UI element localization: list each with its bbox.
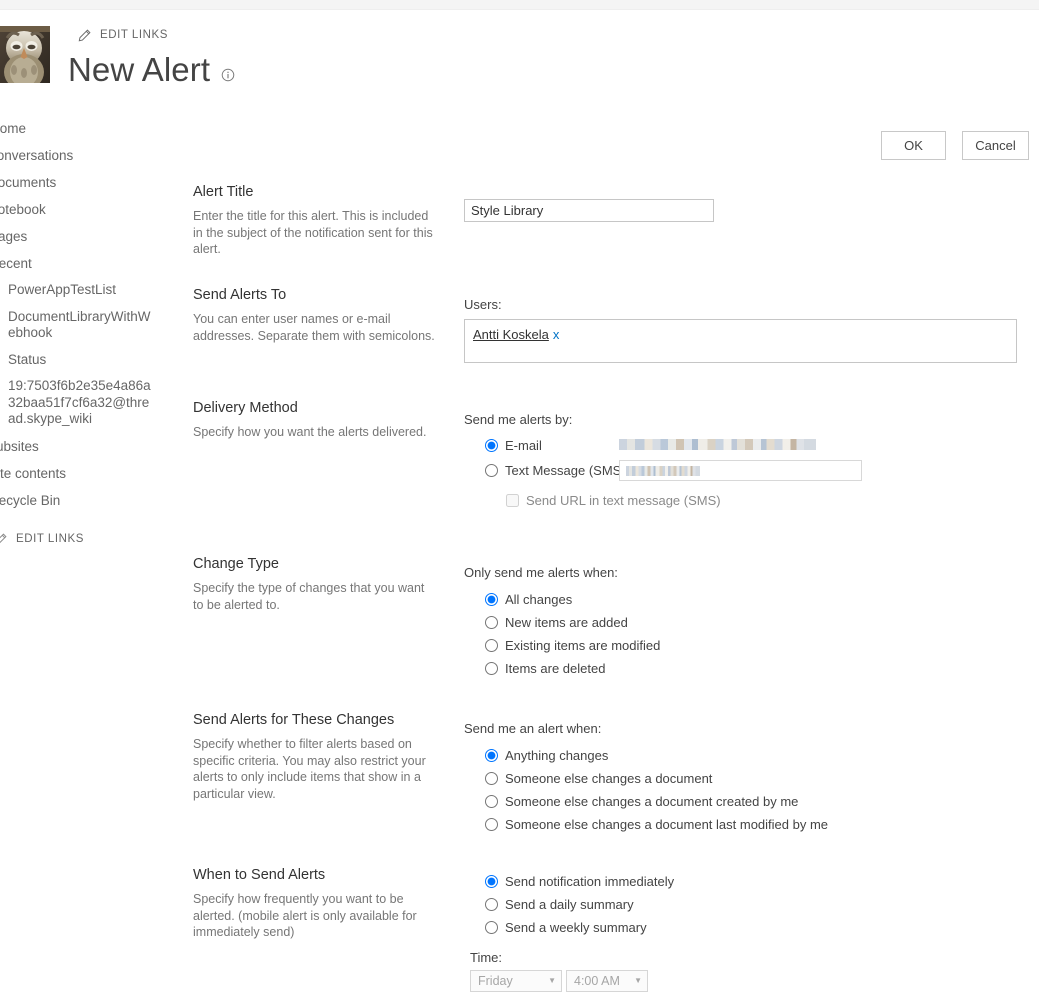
frequency-label[interactable]: Send notification immediately (505, 873, 674, 890)
time-selectors: Friday ▼ 4:00 AM ▼ (470, 970, 674, 992)
section-description: Specify the type of changes that you wan… (193, 581, 425, 612)
send-url-sms-option[interactable]: Send URL in text message (SMS) (506, 489, 721, 512)
alert-filter-option[interactable]: Someone else changes a document created … (485, 790, 828, 813)
section-title: Send Alerts To (193, 287, 287, 303)
change-type-radio[interactable] (485, 662, 498, 675)
frequency-label[interactable]: Send a weekly summary (505, 919, 647, 936)
section-title: Change Type (193, 556, 279, 572)
pencil-icon (78, 28, 91, 41)
sms-number-input[interactable] (619, 460, 862, 481)
time-label: Time: (470, 950, 503, 965)
alert-filter-label[interactable]: Someone else changes a document created … (505, 793, 798, 810)
frequency-radio[interactable] (485, 875, 498, 888)
sidebar-item-conversations[interactable]: Conversations (0, 142, 180, 169)
delivery-option-email[interactable]: E-mail (485, 434, 816, 457)
cancel-button[interactable]: Cancel (962, 131, 1029, 160)
delivery-method-group-label: Send me alerts by: (464, 412, 573, 427)
alert-filter-option[interactable]: Anything changes (485, 744, 828, 767)
alert-filter-label[interactable]: Someone else changes a document (505, 770, 712, 787)
frequency-option[interactable]: Send a weekly summary (485, 916, 674, 939)
section-description: You can enter user names or e-mail addre… (193, 312, 435, 343)
change-type-group-label: Only send me alerts when: (464, 565, 618, 580)
day-of-week-select[interactable]: Friday ▼ (470, 970, 562, 992)
change-type-label[interactable]: New items are added (505, 614, 628, 631)
section-title: Alert Title (193, 184, 254, 200)
alert-title-input[interactable] (464, 199, 714, 222)
section-send-alerts-for-changes: Send Alerts for These Changes Specify wh… (0, 691, 1039, 846)
form-action-buttons: OK Cancel (881, 131, 1029, 160)
users-label: Users: (464, 297, 502, 312)
owl-logo-image (0, 26, 50, 83)
alert-filter-radio[interactable] (485, 818, 498, 831)
sms-label[interactable]: Text Message (SMS) (505, 462, 626, 479)
send-url-checkbox[interactable] (506, 494, 519, 507)
section-change-type: Change Type Specify the type of changes … (0, 535, 1039, 691)
alert-filter-radio[interactable] (485, 749, 498, 762)
frequency-label[interactable]: Send a daily summary (505, 896, 634, 913)
change-type-radio[interactable] (485, 616, 498, 629)
day-of-week-value: Friday (478, 974, 513, 988)
change-type-label[interactable]: Items are deleted (505, 660, 605, 677)
alert-filter-option[interactable]: Someone else changes a document (485, 767, 828, 790)
change-type-radio[interactable] (485, 639, 498, 652)
page-title-row: New Alert (68, 50, 235, 90)
section-description: Specify how frequently you want to be al… (193, 892, 417, 939)
section-title: Send Alerts for These Changes (193, 712, 395, 728)
chevron-down-icon: ▼ (548, 976, 556, 985)
frequency-radio[interactable] (485, 898, 498, 911)
chevron-down-icon: ▼ (634, 976, 642, 985)
time-of-day-select[interactable]: 4:00 AM ▼ (566, 970, 648, 992)
site-logo[interactable] (0, 26, 50, 83)
user-chip[interactable]: Antti Koskela (473, 327, 549, 342)
info-icon[interactable] (221, 68, 235, 82)
change-type-label[interactable]: Existing items are modified (505, 637, 660, 654)
section-description: Enter the title for this alert. This is … (193, 209, 433, 256)
email-address-redacted (619, 439, 816, 450)
alert-filter-option[interactable]: Someone else changes a document last mod… (485, 813, 828, 836)
suite-bar (0, 0, 1039, 10)
alert-form: Alert Title Enter the title for this ale… (0, 175, 1039, 993)
change-type-radio[interactable] (485, 593, 498, 606)
email-radio[interactable] (485, 439, 498, 452)
time-of-day-value: 4:00 AM (574, 974, 620, 988)
section-delivery-method: Delivery Method Specify how you want the… (0, 380, 1039, 535)
alert-filter-label[interactable]: Anything changes (505, 747, 608, 764)
change-type-option[interactable]: All changes (485, 588, 660, 611)
sms-radio[interactable] (485, 464, 498, 477)
alert-filter-label[interactable]: Someone else changes a document last mod… (505, 816, 828, 833)
edit-links-top[interactable]: EDIT LINKS (78, 26, 168, 44)
section-description: Specify whether to filter alerts based o… (193, 737, 426, 801)
phone-number-redacted (626, 465, 700, 476)
edit-links-top-label: EDIT LINKS (100, 28, 168, 41)
section-send-alerts-to: Send Alerts To You can enter user names … (0, 275, 1039, 380)
section-description: Specify how you want the alerts delivere… (193, 425, 427, 439)
section-when-to-send: When to Send Alerts Specify how frequent… (0, 846, 1039, 993)
send-alerts-group-label: Send me an alert when: (464, 721, 602, 736)
section-title: Delivery Method (193, 400, 298, 416)
alert-filter-radio[interactable] (485, 772, 498, 785)
users-people-picker[interactable]: Antti Koskela x (464, 319, 1017, 363)
change-type-option[interactable]: Items are deleted (485, 657, 660, 680)
new-alert-page: EDIT LINKS New Alert Home Conversations … (0, 0, 1039, 993)
sidebar-item-home[interactable]: Home (0, 115, 180, 142)
frequency-radio[interactable] (485, 921, 498, 934)
frequency-option[interactable]: Send notification immediately (485, 870, 674, 893)
delivery-option-sms[interactable]: Text Message (SMS) (485, 459, 862, 482)
change-type-option[interactable]: New items are added (485, 611, 660, 634)
section-title: When to Send Alerts (193, 867, 326, 883)
send-url-label[interactable]: Send URL in text message (SMS) (526, 492, 721, 509)
change-type-label[interactable]: All changes (505, 591, 572, 608)
page-title: New Alert (68, 51, 211, 88)
alert-filter-radio[interactable] (485, 795, 498, 808)
section-alert-title: Alert Title Enter the title for this ale… (0, 175, 1039, 275)
ok-button[interactable]: OK (881, 131, 946, 160)
remove-user-chip-icon[interactable]: x (553, 327, 560, 342)
change-type-option[interactable]: Existing items are modified (485, 634, 660, 657)
email-label[interactable]: E-mail (505, 437, 542, 454)
frequency-option[interactable]: Send a daily summary (485, 893, 674, 916)
